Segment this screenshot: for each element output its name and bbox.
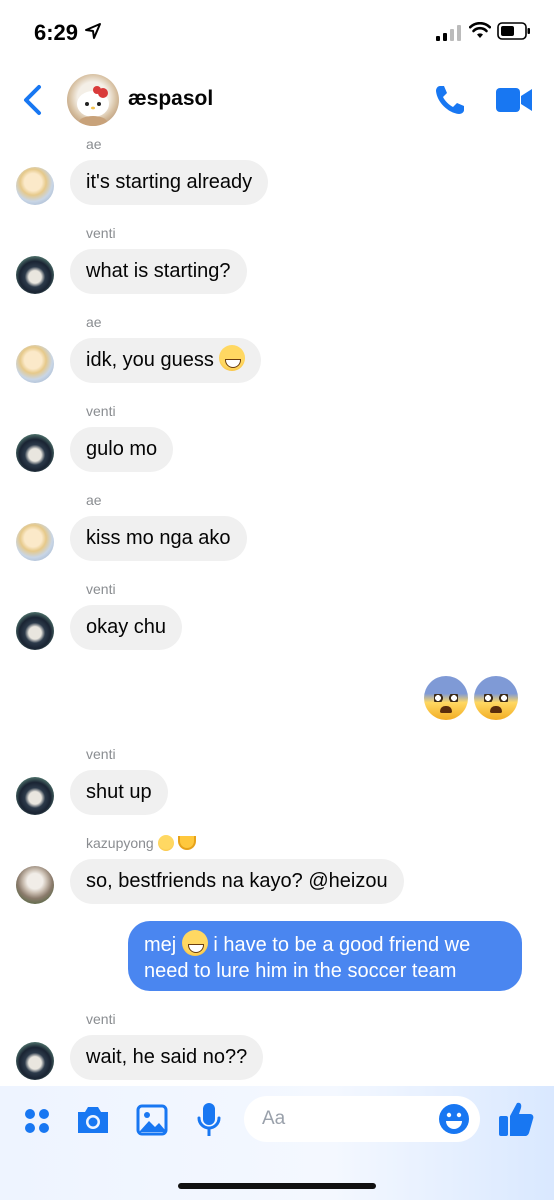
conversation-header: æspasol [0, 64, 554, 136]
microphone-icon[interactable] [196, 1102, 222, 1138]
message-text: idk, you guess [86, 349, 214, 371]
sender-name: venti [86, 225, 116, 241]
sender-name: ae [86, 136, 102, 152]
grinning-face-icon [181, 930, 208, 956]
sender-name-row: kazupyong [86, 835, 196, 851]
status-time: 6:29 [34, 20, 79, 45]
video-call-icon[interactable] [495, 86, 533, 114]
avatar[interactable] [16, 167, 54, 205]
sender-name: ae [86, 492, 102, 508]
message-bubble[interactable]: wait, he said no?? [70, 1035, 264, 1080]
avatar[interactable] [16, 866, 54, 904]
heart-hands-icon [177, 836, 196, 850]
camera-icon[interactable] [75, 1104, 111, 1136]
conversation-title[interactable]: æspasol [128, 87, 213, 111]
sender-name: venti [86, 403, 116, 419]
emoji-smiley-icon[interactable] [438, 1103, 470, 1135]
message-bubble[interactable]: shut up [70, 770, 168, 815]
apps-grid-icon[interactable] [24, 1108, 50, 1134]
message-input[interactable] [262, 1096, 432, 1142]
message-text: i have to be a good friend we [213, 934, 471, 956]
avatar[interactable] [16, 777, 54, 815]
image-gallery-icon[interactable] [136, 1104, 168, 1136]
message-bubble[interactable]: okay chu [70, 605, 183, 650]
avatar[interactable] [16, 523, 54, 561]
fearful-face-icon[interactable] [474, 676, 518, 720]
my-message-line: mej i have to be a good friend we [144, 930, 506, 958]
cellular-signal-icon [436, 25, 461, 41]
sender-name: kazupyong [86, 835, 154, 851]
avatar[interactable] [16, 1042, 54, 1080]
grinning-face-icon [219, 345, 246, 371]
wifi-icon [469, 22, 491, 38]
battery-icon [497, 22, 530, 40]
message-text: mej [144, 934, 177, 956]
group-avatar[interactable] [67, 74, 119, 126]
message-bubble[interactable]: idk, you guess [70, 338, 262, 383]
fearful-face-icon[interactable] [424, 676, 468, 720]
sender-name: ae [86, 314, 102, 330]
message-bubble[interactable]: kiss mo nga ako [70, 516, 247, 561]
sender-name: venti [86, 746, 116, 762]
avatar[interactable] [16, 256, 54, 294]
sender-name: venti [86, 581, 116, 597]
back-chevron-icon[interactable] [20, 84, 46, 116]
sender-name: venti [86, 1011, 116, 1027]
thumbs-up-icon[interactable] [498, 1100, 534, 1138]
avatar[interactable] [16, 612, 54, 650]
status-bar: 6:29 [0, 0, 554, 64]
phone-call-icon[interactable] [432, 82, 468, 118]
my-message-bubble[interactable]: mej i have to be a good friend we need t… [128, 921, 522, 991]
home-indicator [178, 1183, 376, 1189]
message-bubble[interactable]: what is starting? [70, 249, 247, 294]
message-bubble[interactable]: it's starting already [70, 160, 269, 205]
avatar[interactable] [16, 434, 54, 472]
location-arrow-icon [85, 23, 101, 39]
pleading-face-icon [157, 835, 174, 851]
hello-kitty-avatar-icon [77, 86, 109, 126]
avatar[interactable] [16, 345, 54, 383]
message-text: need to lure him in the soccer team [144, 960, 457, 982]
message-bubble[interactable]: gulo mo [70, 427, 174, 472]
message-bubble[interactable]: so, bestfriends na kayo? @heizou [70, 859, 404, 904]
message-input-container [244, 1096, 480, 1142]
